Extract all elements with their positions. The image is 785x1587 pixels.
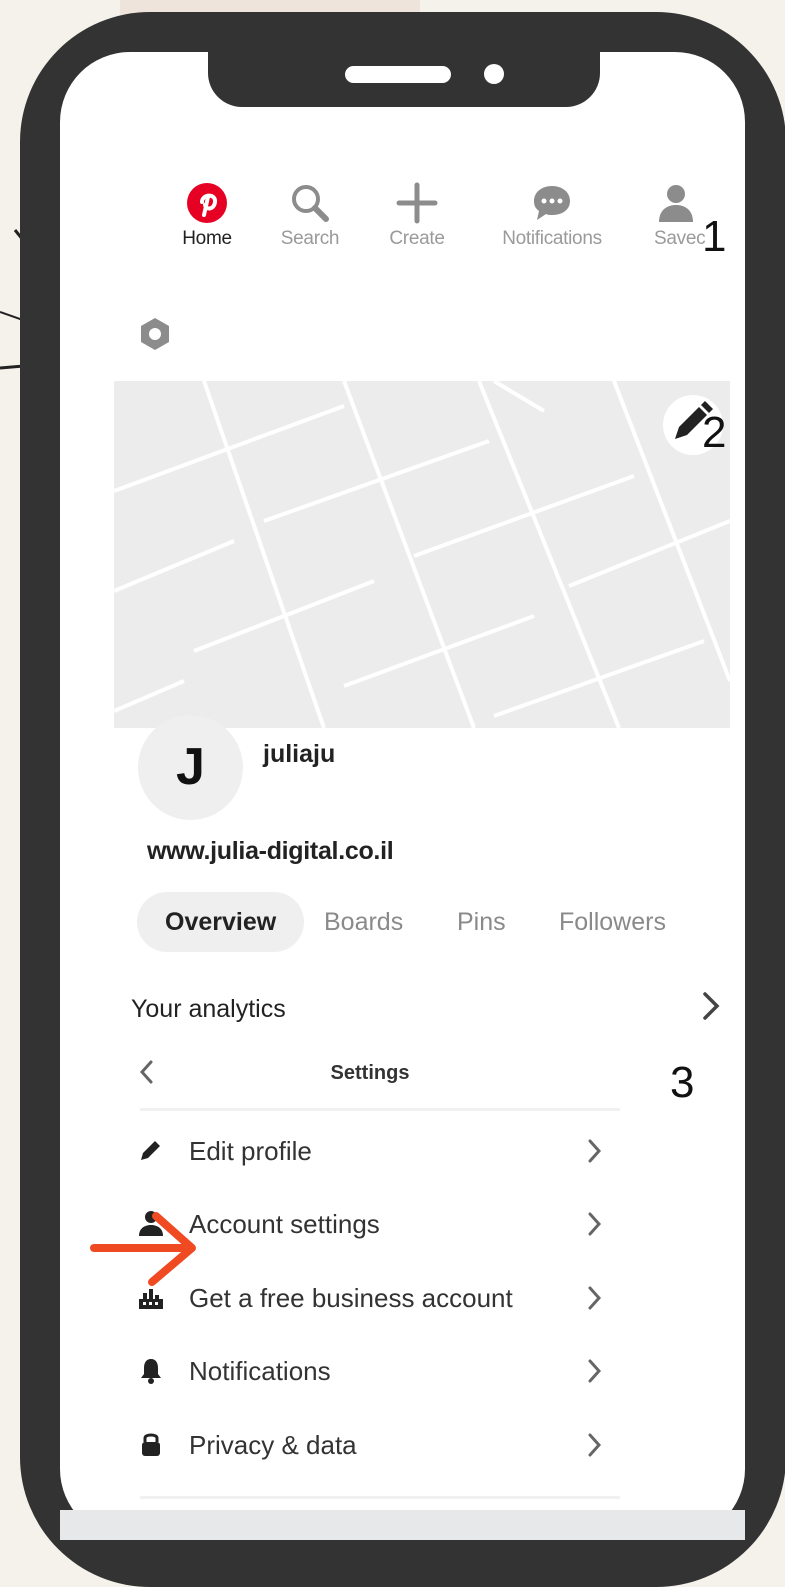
camera <box>484 64 504 84</box>
settings-title: Settings <box>330 1062 410 1084</box>
cover-placeholder-pattern <box>114 381 730 728</box>
chevron-right-icon[interactable] <box>700 990 722 1022</box>
settings-item-label: Get a free business account <box>189 1283 513 1313</box>
divider <box>140 1496 620 1499</box>
nav-notifications-label: Notifications <box>502 228 602 249</box>
tab-followers[interactable]: Followers <box>559 892 666 952</box>
chat-bubble-icon <box>534 186 570 220</box>
avatar[interactable]: J <box>138 715 243 820</box>
nav-create-label: Create <box>389 228 445 249</box>
bottom-bar <box>60 1510 745 1540</box>
settings-item-label: Privacy & data <box>189 1430 357 1460</box>
tab-overview[interactable]: Overview <box>137 892 305 952</box>
tab-boards[interactable]: Boards <box>324 892 403 952</box>
chevron-right-icon <box>588 1286 602 1310</box>
username: juliaju <box>263 740 336 768</box>
step-marker-1: 1 <box>702 212 727 261</box>
pinterest-logo-icon <box>187 183 227 223</box>
orange-arrow-annotation <box>90 1212 196 1286</box>
search-icon <box>292 185 329 222</box>
nav-notifications[interactable]: Notifications <box>487 180 617 250</box>
step-marker-2: 2 <box>702 408 727 457</box>
profile-website-link[interactable]: www.julia-digital.co.il <box>147 837 394 866</box>
settings-item-edit-profile[interactable]: Edit profile <box>137 1122 617 1182</box>
nav-home-label: Home <box>182 228 232 249</box>
chevron-right-icon <box>588 1359 602 1383</box>
person-icon <box>659 185 693 222</box>
nav-search[interactable]: Search <box>265 180 355 250</box>
speaker <box>345 66 451 83</box>
divider <box>140 1108 620 1111</box>
phone-notch <box>208 50 600 107</box>
lock-icon <box>142 1433 160 1456</box>
nav-search-label: Search <box>280 228 340 249</box>
top-navigation-bar: Home Search Create Notifications Savec <box>172 180 712 262</box>
settings-item-label: Notifications <box>189 1356 331 1386</box>
chevron-right-icon <box>588 1212 602 1236</box>
chevron-right-icon <box>588 1139 602 1163</box>
nav-create[interactable]: Create <box>372 180 462 250</box>
tab-pins[interactable]: Pins <box>457 892 506 952</box>
settings-gear-icon[interactable] <box>137 316 173 352</box>
chevron-right-icon <box>588 1433 602 1457</box>
settings-item-account-settings[interactable]: Account settings <box>137 1195 617 1255</box>
your-analytics-link[interactable]: Your analytics <box>131 995 286 1024</box>
settings-item-notifications[interactable]: Notifications <box>137 1342 617 1402</box>
profile-cover-image <box>114 381 730 728</box>
settings-item-privacy-data[interactable]: Privacy & data <box>137 1416 617 1476</box>
nav-home[interactable]: Home <box>162 180 252 250</box>
step-marker-3: 3 <box>670 1058 695 1107</box>
bell-icon <box>141 1359 161 1384</box>
settings-item-label: Edit profile <box>189 1136 312 1166</box>
pencil-icon <box>141 1141 160 1160</box>
settings-item-business-account[interactable]: Get a free business account <box>137 1269 617 1329</box>
settings-item-label: Account settings <box>189 1209 380 1239</box>
plus-icon <box>396 182 438 224</box>
back-chevron-icon[interactable] <box>137 1058 157 1086</box>
